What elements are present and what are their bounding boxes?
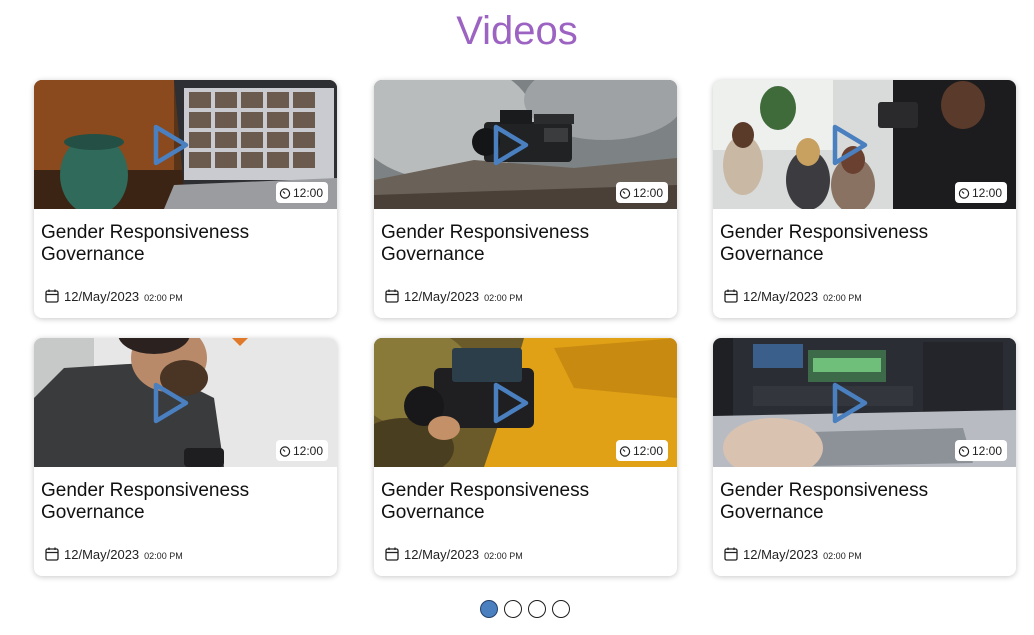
date-text: 12/May/2023 [404,288,480,304]
timer-icon [279,445,291,457]
video-date: 12/May/2023 02:00 PM [723,546,862,562]
calendar-icon [724,547,738,561]
calendar-icon [724,289,738,303]
duration-badge: 12:00 [954,440,1007,461]
time-text: 02:00 PM [144,292,183,303]
timer-icon [958,445,970,457]
duration-text: 12:00 [971,443,1002,458]
duration-badge: 12:00 [275,182,328,203]
play-icon[interactable] [151,123,191,167]
pagination-dot-3[interactable] [528,600,546,618]
video-thumbnail[interactable]: 12:00 [34,80,337,209]
duration-text: 12:00 [292,185,323,200]
video-title[interactable]: Gender Responsiveness Governance [720,480,1010,524]
date-text: 12/May/2023 [743,546,819,562]
video-date: 12/May/2023 02:00 PM [44,288,183,304]
video-title[interactable]: Gender Responsiveness Governance [41,480,331,524]
video-date: 12/May/2023 02:00 PM [44,546,183,562]
play-icon[interactable] [491,381,531,425]
video-thumbnail[interactable]: 12:00 [34,338,337,467]
calendar-icon [385,289,399,303]
play-icon[interactable] [151,381,191,425]
play-icon[interactable] [491,123,531,167]
video-date: 12/May/2023 02:00 PM [384,288,523,304]
duration-text: 12:00 [971,185,1002,200]
video-title[interactable]: Gender Responsiveness Governance [41,222,331,266]
timer-icon [279,187,291,199]
pagination-dot-4[interactable] [552,600,570,618]
date-text: 12/May/2023 [404,546,480,562]
video-thumbnail[interactable]: 12:00 [374,80,677,209]
video-thumbnail[interactable]: 12:00 [374,338,677,467]
video-title[interactable]: Gender Responsiveness Governance [720,222,1010,266]
duration-badge: 12:00 [615,440,668,461]
time-text: 02:00 PM [823,550,862,561]
timer-icon [619,187,631,199]
video-thumbnail[interactable]: 12:00 [713,80,1016,209]
time-text: 02:00 PM [484,550,523,561]
video-card[interactable]: 12:00 Gender Responsiveness Governance 1… [374,80,677,318]
time-text: 02:00 PM [823,292,862,303]
video-card[interactable]: 12:00 Gender Responsiveness Governance 1… [374,338,677,576]
duration-badge: 12:00 [615,182,668,203]
duration-badge: 12:00 [275,440,328,461]
duration-text: 12:00 [632,185,663,200]
timer-icon [958,187,970,199]
calendar-icon [45,547,59,561]
date-text: 12/May/2023 [743,288,819,304]
play-icon[interactable] [830,123,870,167]
video-title[interactable]: Gender Responsiveness Governance [381,480,671,524]
video-date: 12/May/2023 02:00 PM [384,546,523,562]
video-card[interactable]: 12:00 Gender Responsiveness Governance 1… [34,338,337,576]
timer-icon [619,445,631,457]
duration-badge: 12:00 [954,182,1007,203]
time-text: 02:00 PM [484,292,523,303]
duration-text: 12:00 [632,443,663,458]
calendar-icon [45,289,59,303]
duration-text: 12:00 [292,443,323,458]
video-card[interactable]: 12:00 Gender Responsiveness Governance 1… [713,338,1016,576]
video-title[interactable]: Gender Responsiveness Governance [381,222,671,266]
date-text: 12/May/2023 [64,288,140,304]
play-icon[interactable] [830,381,870,425]
time-text: 02:00 PM [144,550,183,561]
page-title: Videos [456,9,578,53]
video-date: 12/May/2023 02:00 PM [723,288,862,304]
video-card[interactable]: 12:00 Gender Responsiveness Governance 1… [34,80,337,318]
video-card[interactable]: 12:00 Gender Responsiveness Governance 1… [713,80,1016,318]
pagination-dot-1[interactable] [480,600,498,618]
calendar-icon [385,547,399,561]
carousel-pagination [480,600,570,618]
pagination-dot-2[interactable] [504,600,522,618]
date-text: 12/May/2023 [64,546,140,562]
video-thumbnail[interactable]: 12:00 [713,338,1016,467]
